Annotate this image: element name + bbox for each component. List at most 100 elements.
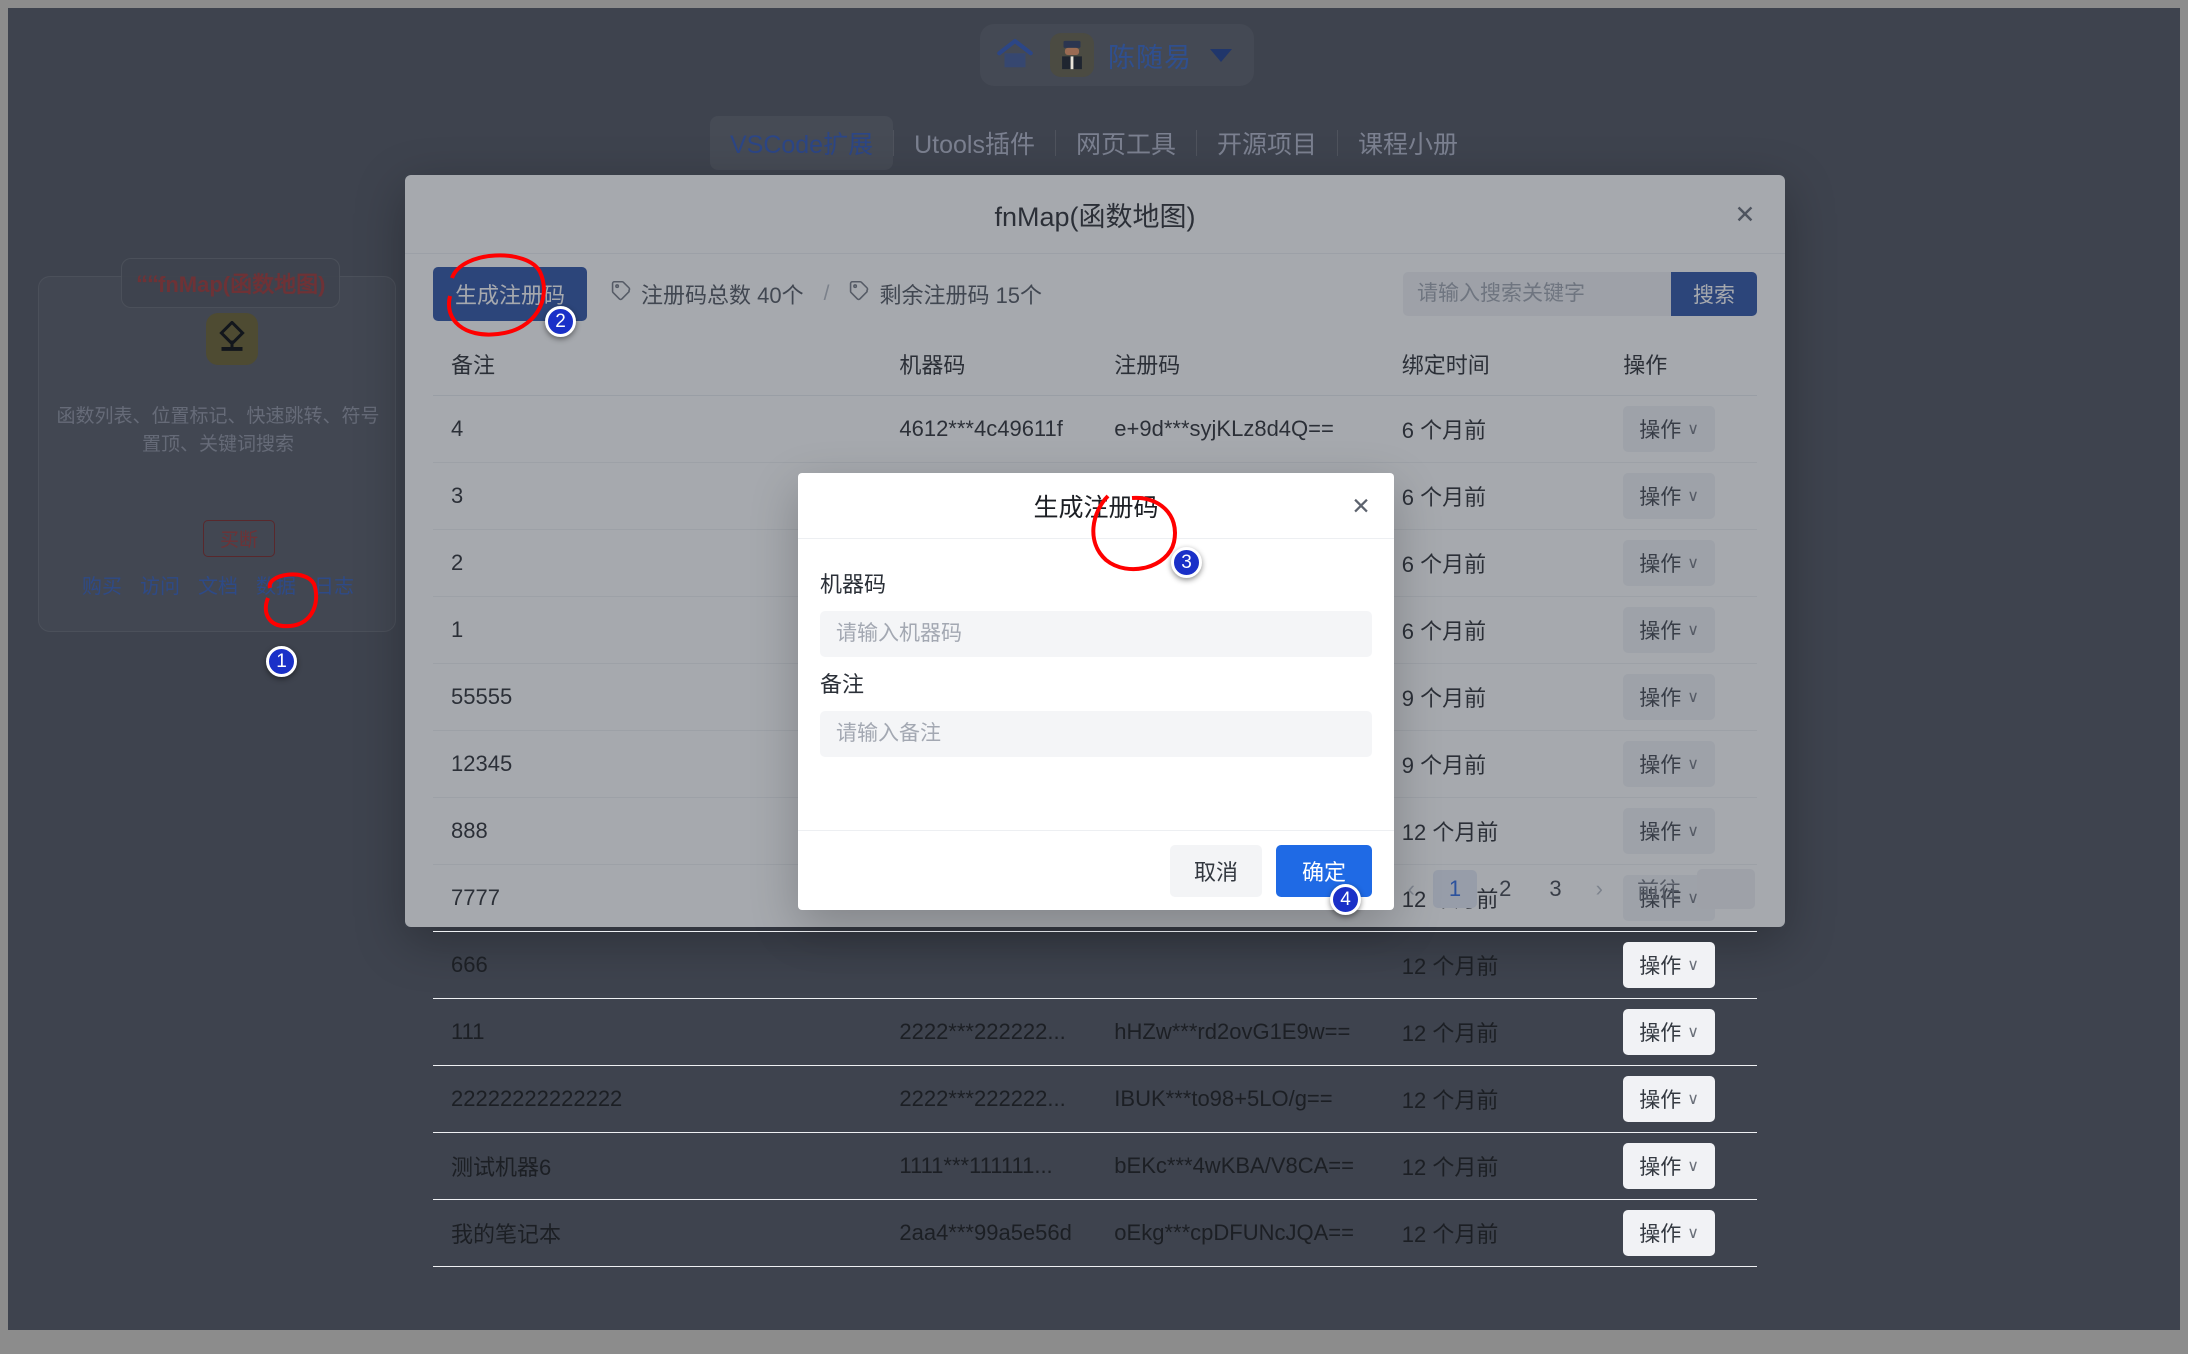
cell-time: 9 个月前 xyxy=(1383,663,1606,731)
tab-web-tools[interactable]: 网页工具 xyxy=(1056,116,1196,170)
cell-code: IBUK***to98+5LO/g== xyxy=(1096,1065,1384,1133)
row-actions-label: 操作 xyxy=(1639,753,1682,777)
chevron-down-icon[interactable] xyxy=(1210,48,1232,62)
cell-time: 6 个月前 xyxy=(1383,596,1606,664)
tag-icon xyxy=(611,280,632,307)
chevron-down-icon: ∨ xyxy=(1687,1023,1700,1041)
user-menu[interactable]: 陈随易 xyxy=(980,24,1254,86)
table-row[interactable]: 测试机器6 1111***111111... bEKc***4wKBA/V8CA==… xyxy=(433,1132,1757,1200)
table-row[interactable]: 我的笔记本 2aa4***99a5e56d oEkg***cpDFUNcJQA== 1… xyxy=(433,1199,1757,1267)
column-header-machine[interactable]: 机器码 xyxy=(881,333,1097,396)
link-purchase[interactable]: 购买 xyxy=(82,570,122,599)
cell-time: 12 个月前 xyxy=(1383,1199,1606,1267)
tab-open-source[interactable]: 开源项目 xyxy=(1197,116,1337,170)
cell-actions: 操作 ∨ xyxy=(1605,1065,1757,1133)
home-icon[interactable] xyxy=(994,34,1036,76)
window-top-bar xyxy=(0,0,2188,8)
row-actions-button[interactable]: 操作 ∨ xyxy=(1623,472,1716,519)
chevron-left-icon[interactable]: ‹ xyxy=(1396,870,1427,908)
stat-separator: / xyxy=(823,281,830,305)
nav-tabs: VSCode扩展 Utools插件 网页工具 开源项目 课程小册 xyxy=(8,116,2180,170)
column-header-remark[interactable]: 备注 xyxy=(433,333,882,396)
modal-title: fnMap(函数地图) xyxy=(994,201,1196,232)
row-actions-button[interactable]: 操作 ∨ xyxy=(1623,1142,1716,1189)
cell-time: 12 个月前 xyxy=(1383,931,1606,999)
cell-actions: 操作 ∨ xyxy=(1605,395,1757,463)
row-actions-label: 操作 xyxy=(1639,1155,1682,1179)
table-row[interactable]: 666 12 个月前 操作 ∨ xyxy=(433,931,1757,999)
dialog-header: 生成注册码 ✕ xyxy=(798,473,1394,539)
dialog-body: 机器码 备注 xyxy=(798,539,1394,757)
close-icon[interactable]: ✕ xyxy=(1731,201,1759,229)
row-actions-label: 操作 xyxy=(1639,686,1682,710)
page-1-button[interactable]: 1 xyxy=(1432,870,1478,908)
close-icon[interactable]: ✕ xyxy=(1348,493,1374,519)
column-header-code[interactable]: 注册码 xyxy=(1096,333,1384,396)
table-row[interactable]: 111 2222***222222... hHZw***rd2ovG1E9w== 12… xyxy=(433,998,1757,1066)
chevron-right-icon[interactable]: › xyxy=(1584,870,1615,908)
table-row[interactable]: 4 4612***4c49611f e+9d***syjKLz8d4Q== 6 个月前… xyxy=(433,395,1757,463)
table-head: 备注 机器码 注册码 绑定时间 操作 xyxy=(433,333,1757,396)
machine-code-label: 机器码 xyxy=(820,572,887,597)
cell-remark: 测试机器6 xyxy=(433,1132,882,1200)
product-links: 购买 访问 文档 数据 日志 xyxy=(53,570,383,599)
cell-machine: 2aa4***99a5e56d xyxy=(881,1199,1097,1267)
link-data[interactable]: 数据 xyxy=(256,570,296,599)
row-actions-label: 操作 xyxy=(1639,418,1682,442)
page-3-button[interactable]: 3 xyxy=(1533,870,1577,908)
cell-remark: 666 xyxy=(433,931,882,999)
row-actions-button[interactable]: 操作 ∨ xyxy=(1623,740,1716,787)
link-visit[interactable]: 访问 xyxy=(140,570,180,599)
row-actions-label: 操作 xyxy=(1639,619,1682,643)
column-header-actions: 操作 xyxy=(1605,333,1757,396)
cell-time: 6 个月前 xyxy=(1383,462,1606,530)
cancel-button[interactable]: 取消 xyxy=(1169,844,1262,897)
tab-courses[interactable]: 课程小册 xyxy=(1338,116,1478,170)
chevron-down-icon: ∨ xyxy=(1687,1224,1700,1242)
goto-label: 前往 xyxy=(1636,878,1681,903)
username-label: 陈随易 xyxy=(1108,42,1192,73)
top-navigation: 陈随易 VSCode扩展 Utools插件 网页工具 开源项目 课程小册 xyxy=(8,8,2180,170)
confirm-button[interactable]: 确定 xyxy=(1275,844,1372,897)
cell-machine: 2222***222222... xyxy=(881,1065,1097,1133)
row-actions-button[interactable]: 操作 ∨ xyxy=(1623,673,1716,720)
page-2-button[interactable]: 2 xyxy=(1483,870,1527,908)
goto-page-input[interactable] xyxy=(1697,869,1755,909)
cell-remark: 我的笔记本 xyxy=(433,1199,882,1267)
row-actions-button[interactable]: 操作 ∨ xyxy=(1623,807,1716,854)
tab-vscode-extensions[interactable]: VSCode扩展 xyxy=(709,116,894,170)
total-codes-stat: 注册码总数 40个 xyxy=(611,278,804,310)
remaining-codes-label: 剩余注册码 15个 xyxy=(879,282,1043,308)
row-actions-label: 操作 xyxy=(1639,552,1682,576)
product-description: 函数列表、位置标记、快速跳转、符号置顶、关键词搜索 xyxy=(56,406,380,455)
row-actions-button[interactable]: 操作 ∨ xyxy=(1623,539,1716,586)
cell-actions: 操作 ∨ xyxy=(1605,596,1757,664)
app-root: 陈随易 VSCode扩展 Utools插件 网页工具 开源项目 课程小册 ““f… xyxy=(8,8,2180,1330)
link-docs[interactable]: 文档 xyxy=(198,570,238,599)
cell-actions: 操作 ∨ xyxy=(1605,998,1757,1066)
row-actions-button[interactable]: 操作 ∨ xyxy=(1623,1008,1716,1055)
remark-input[interactable] xyxy=(820,711,1372,757)
row-actions-label: 操作 xyxy=(1639,820,1682,844)
link-logs[interactable]: 日志 xyxy=(314,570,354,599)
machine-code-input[interactable] xyxy=(820,611,1372,657)
cell-code: bEKc***4wKBA/V8CA== xyxy=(1096,1132,1384,1200)
chevron-down-icon: ∨ xyxy=(1687,755,1700,773)
table-header-row: 备注 机器码 注册码 绑定时间 操作 xyxy=(433,333,1757,396)
search-input[interactable] xyxy=(1403,272,1671,316)
row-actions-label: 操作 xyxy=(1639,1021,1682,1045)
row-actions-button[interactable]: 操作 ∨ xyxy=(1623,1075,1716,1122)
cell-machine xyxy=(881,931,1097,999)
tab-utools-plugins[interactable]: Utools插件 xyxy=(894,116,1055,170)
column-header-time[interactable]: 绑定时间 xyxy=(1383,333,1606,396)
annotation-marker-1: 1 xyxy=(266,646,297,677)
row-actions-button[interactable]: 操作 ∨ xyxy=(1623,606,1716,653)
search-button[interactable]: 搜索 xyxy=(1671,272,1757,316)
table-row[interactable]: 22222222222222 2222***222222... IBUK***to9… xyxy=(433,1065,1757,1133)
chevron-down-icon: ∨ xyxy=(1687,420,1700,438)
annotation-marker-4: 4 xyxy=(1330,884,1361,915)
row-actions-button[interactable]: 操作 ∨ xyxy=(1623,941,1716,988)
row-actions-button[interactable]: 操作 ∨ xyxy=(1623,1209,1716,1256)
row-actions-button[interactable]: 操作 ∨ xyxy=(1623,405,1716,452)
chevron-down-icon: ∨ xyxy=(1687,688,1700,706)
